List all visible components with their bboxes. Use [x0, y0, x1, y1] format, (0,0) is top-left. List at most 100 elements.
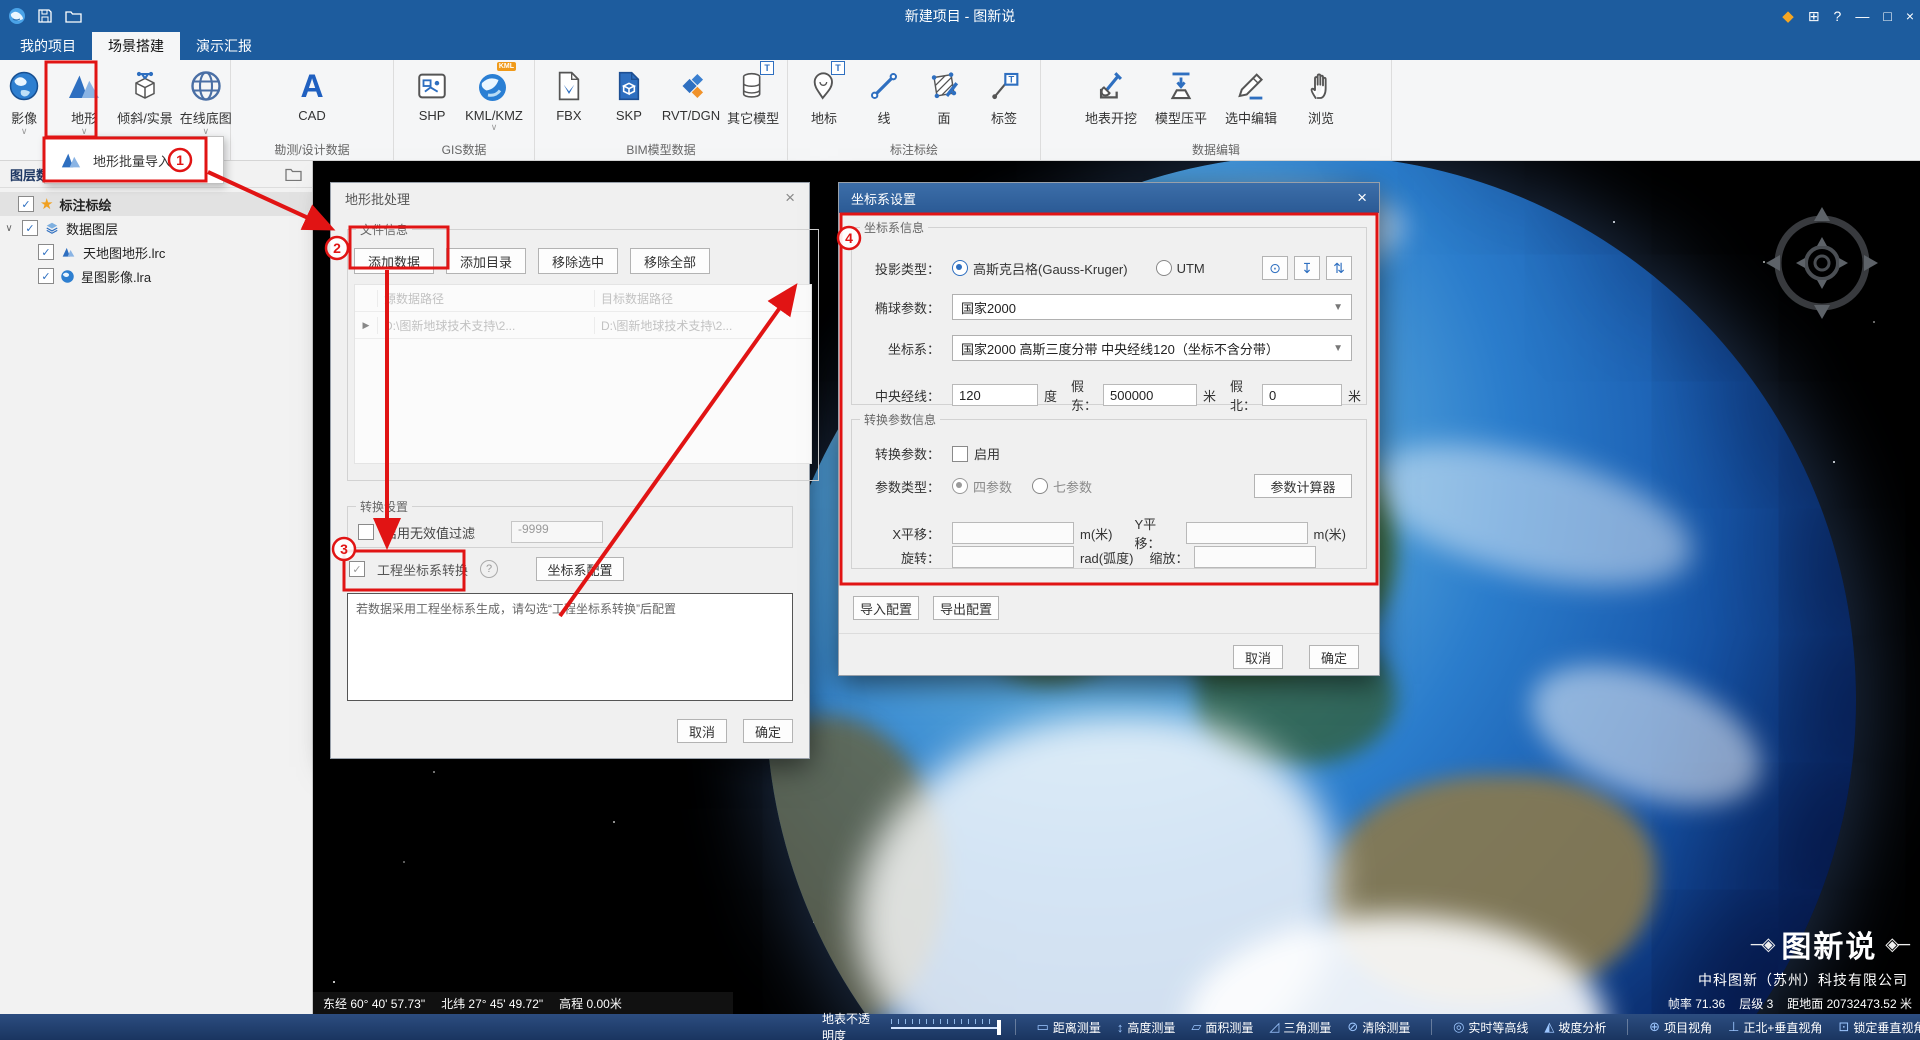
close-button[interactable]: ×: [1906, 8, 1914, 24]
layer-row-data-group[interactable]: ∨ ✓ 数据图层: [0, 216, 312, 240]
layer-row-annotation[interactable]: ✓ ★ 标注标绘: [0, 192, 312, 216]
compass-navigation-control[interactable]: [1762, 203, 1882, 323]
checkbox-checked[interactable]: ✓: [18, 196, 34, 212]
cancel-button[interactable]: 取消: [677, 719, 727, 743]
terrain-batch-import-menu-item[interactable]: 地形批量导入: [44, 136, 224, 184]
import-config-button[interactable]: 导入配置: [853, 596, 919, 620]
save-icon[interactable]: [36, 7, 54, 25]
apps-grid-icon[interactable]: ⊞: [1808, 8, 1820, 25]
realtime-contour-button[interactable]: ◎实时等高线: [1446, 1014, 1535, 1040]
ribbon-item-skp[interactable]: SKP: [602, 64, 656, 138]
four-param-radio[interactable]: [952, 478, 968, 494]
status-coordinates-bar: 东经 60° 40' 57.73" 北纬 27° 45' 49.72" 高程 0…: [313, 992, 733, 1014]
ribbon-group-edit: 地表开挖 模型压平 选中编辑: [1041, 60, 1392, 160]
ribbon-item-fbx[interactable]: FBX: [542, 64, 596, 138]
close-icon[interactable]: ×: [785, 188, 795, 208]
ribbon-item-shp[interactable]: SHP: [405, 64, 459, 138]
export-config-button[interactable]: 导出配置: [933, 596, 999, 620]
crs-select[interactable]: 国家2000 高斯三度分带 中央经线120（坐标不含分带） ▼: [952, 335, 1352, 361]
clear-measure-button[interactable]: ⊘清除测量: [1340, 1014, 1417, 1040]
ribbon-item-kml[interactable]: KML KML/KMZ ∨: [465, 64, 523, 138]
slope-analysis-button[interactable]: ◭坡度分析: [1537, 1014, 1613, 1040]
ellipsoid-select[interactable]: 国家2000 ▼: [952, 294, 1352, 320]
table-row[interactable]: ▶ D:\图新地球技术支持\2... D:\图新地球技术支持\2...: [355, 312, 811, 339]
ribbon-item-cad[interactable]: A CAD: [285, 64, 339, 138]
close-icon[interactable]: ×: [1357, 188, 1367, 208]
star-field: [313, 161, 315, 163]
layer-row-terrain[interactable]: ✓ 天地图地形.lrc: [0, 240, 312, 264]
project-view-button[interactable]: ⊕项目视角: [1642, 1014, 1719, 1040]
crs-hint-textarea[interactable]: 若数据采用工程坐标系生成，请勾选“工程坐标系转换”后配置: [347, 593, 793, 701]
north-vertical-view-button[interactable]: ⊥正北+垂直视角: [1721, 1014, 1829, 1040]
folder-icon[interactable]: [285, 167, 302, 181]
remove-all-button[interactable]: 移除全部: [630, 248, 710, 274]
distance-measure-button[interactable]: ▭距离测量: [1030, 1014, 1108, 1040]
triangle-measure-button[interactable]: ◿三角测量: [1262, 1014, 1338, 1040]
param-calculator-button[interactable]: 参数计算器: [1254, 474, 1352, 498]
add-data-button[interactable]: 添加数据: [354, 248, 434, 274]
project-crs-checkbox[interactable]: ✓: [349, 561, 365, 577]
expander-icon[interactable]: ∨: [2, 223, 16, 234]
false-northing-input[interactable]: [1262, 384, 1342, 406]
ribbon-item-label-tool[interactable]: T 标签: [977, 64, 1031, 138]
enable-checkbox[interactable]: ✓: [952, 446, 968, 462]
checkbox-checked[interactable]: ✓: [38, 268, 54, 284]
ribbon-item-other-model[interactable]: T 其它模型: [726, 64, 780, 138]
ribbon-item-placemark[interactable]: T 地标: [797, 64, 851, 138]
slider-handle[interactable]: [997, 1020, 1001, 1035]
ribbon-group-label: 数据编辑: [1192, 138, 1240, 160]
minimize-button[interactable]: —: [1855, 8, 1869, 24]
rotation-input[interactable]: [952, 546, 1074, 568]
central-meridian-input[interactable]: [952, 384, 1038, 406]
invalid-filter-checkbox[interactable]: ✓: [358, 524, 374, 540]
crs-value: 国家2000 高斯三度分带 中央经线120（坐标不含分带）: [961, 339, 1279, 358]
file-path-table[interactable]: 源数据路径 目标数据路径 ▶ D:\图新地球技术支持\2... D:\图新地球技…: [354, 284, 812, 464]
tab-presentation[interactable]: 演示汇报: [180, 32, 268, 60]
ribbon-item-line[interactable]: 线: [857, 64, 911, 138]
lock-vertical-view-button[interactable]: ⊡锁定垂直视角: [1831, 1014, 1920, 1040]
polygon-icon: [927, 64, 961, 108]
scale-input[interactable]: [1194, 546, 1316, 568]
height-measure-button[interactable]: ↕高度测量: [1110, 1014, 1183, 1040]
row-expander-icon[interactable]: ▶: [355, 320, 377, 331]
ribbon-item-browse[interactable]: 浏览: [1294, 64, 1348, 138]
checkbox-checked[interactable]: ✓: [38, 244, 54, 260]
ribbon-item-rvt[interactable]: RVT/DGN: [662, 64, 720, 138]
remove-selected-button[interactable]: 移除选中: [538, 248, 618, 274]
chevron-down-icon[interactable]: ∨: [491, 123, 498, 134]
surface-opacity-slider[interactable]: [891, 1018, 1001, 1036]
ribbon-item-excavation[interactable]: 地表开挖: [1084, 64, 1138, 138]
ok-button[interactable]: 确定: [743, 719, 793, 743]
chevron-down-icon[interactable]: ∨: [21, 127, 28, 138]
false-easting-input[interactable]: [1103, 384, 1197, 406]
help-icon[interactable]: ?: [480, 560, 498, 578]
area-measure-button[interactable]: ▱面积测量: [1184, 1014, 1260, 1040]
ribbon-item-polygon[interactable]: 面: [917, 64, 971, 138]
layer-row-imagery[interactable]: ✓ 星图影像.lra: [0, 264, 312, 288]
ribbon-item-label: 地表开挖: [1085, 108, 1137, 127]
invalid-value-field[interactable]: -9999: [511, 521, 603, 543]
ribbon-item-flatten[interactable]: 模型压平: [1154, 64, 1208, 138]
open-folder-icon[interactable]: [64, 7, 82, 25]
crs-config-button[interactable]: 坐标系配置: [536, 557, 624, 581]
x-shift-input[interactable]: [952, 522, 1074, 544]
seven-param-radio[interactable]: [1032, 478, 1048, 494]
ribbon-item-edit-selected[interactable]: 选中编辑: [1224, 64, 1278, 138]
crs-picker-button[interactable]: ⊙: [1262, 256, 1288, 280]
load-prj-file-button[interactable]: ↧: [1294, 256, 1320, 280]
gauss-kruger-radio[interactable]: [952, 260, 968, 276]
checkbox-checked[interactable]: ✓: [22, 220, 38, 236]
slider-track[interactable]: [891, 1027, 1001, 1029]
help-icon[interactable]: ?: [1834, 8, 1842, 24]
swap-params-button[interactable]: ⇅: [1326, 256, 1352, 280]
maximize-button[interactable]: □: [1883, 8, 1891, 24]
terrain-mountain-icon: [59, 149, 83, 171]
tab-scene-build[interactable]: 场景搭建: [92, 32, 180, 60]
cancel-button[interactable]: 取消: [1233, 645, 1283, 669]
add-directory-button[interactable]: 添加目录: [446, 248, 526, 274]
ok-button[interactable]: 确定: [1309, 645, 1359, 669]
utm-radio[interactable]: [1156, 260, 1172, 276]
tab-my-project[interactable]: 我的项目: [4, 32, 92, 60]
vip-gem-icon[interactable]: ◆: [1782, 7, 1794, 25]
y-shift-input[interactable]: [1186, 522, 1308, 544]
